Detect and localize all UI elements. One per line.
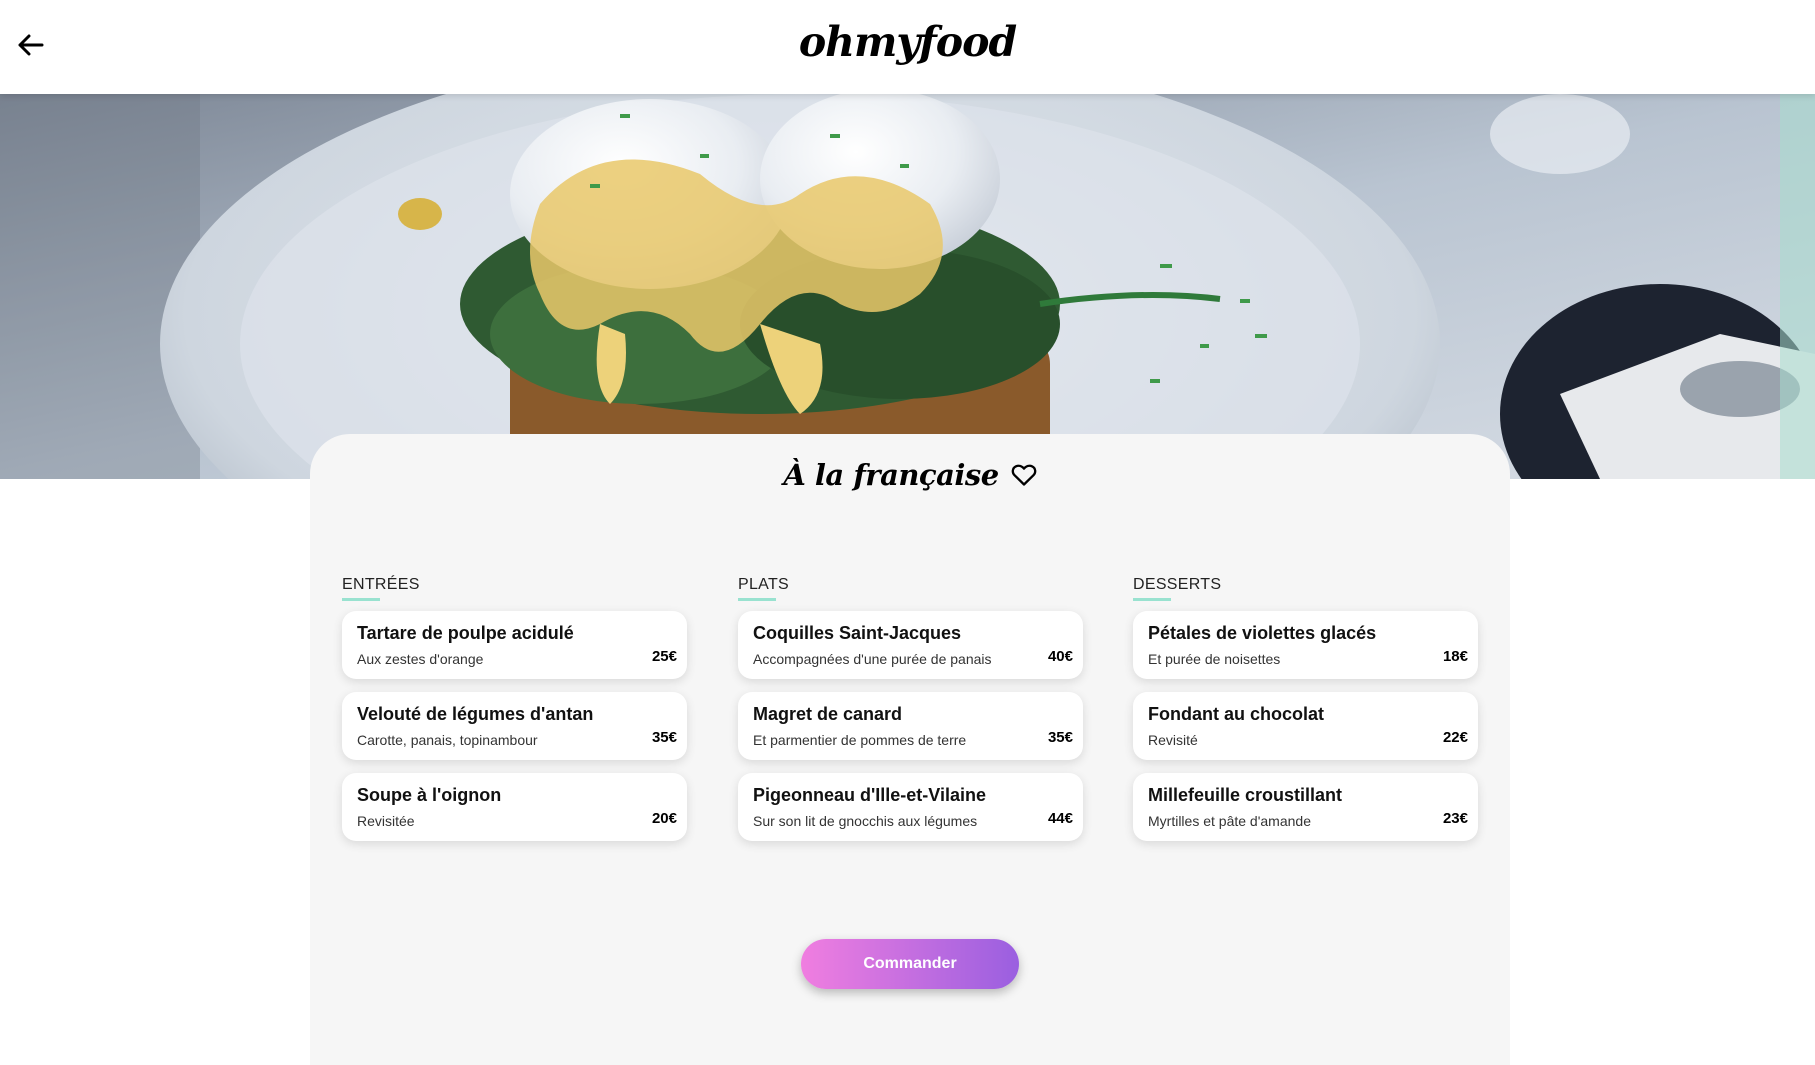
column-underline: [1133, 598, 1171, 601]
dish-item[interactable]: Tartare de poulpe acidulé Aux zestes d'o…: [342, 611, 687, 679]
dish-item[interactable]: Velouté de légumes d'antan Carotte, pana…: [342, 692, 687, 760]
column-heading: ENTRÉES: [342, 576, 420, 593]
dish-name: Fondant au chocolat: [1148, 704, 1325, 724]
dish-price: 35€: [651, 729, 677, 746]
dish-price: 35€: [1047, 729, 1073, 746]
menu-column-entrees: ENTRÉES Tartare de poulpe acidulé Aux ze…: [342, 576, 687, 854]
dish-price: 44€: [1047, 810, 1073, 827]
site-header: ohmyfood: [0, 0, 1815, 94]
dish-price: 22€: [1442, 729, 1468, 746]
dish-name: Soupe à l'oignon: [357, 785, 502, 805]
dish-item[interactable]: Millefeuille croustillant Myrtilles et p…: [1133, 773, 1478, 841]
restaurant-title: À la française: [783, 458, 999, 492]
dish-item[interactable]: Magret de canard Et parmentier de pommes…: [738, 692, 1083, 760]
dish-description: Et purée de noisettes: [1148, 651, 1281, 667]
column-heading: PLATS: [738, 576, 789, 593]
dish-name: Coquilles Saint-Jacques: [753, 623, 962, 643]
dish-name: Tartare de poulpe acidulé: [357, 623, 574, 643]
dish-description: Carotte, panais, topinambour: [357, 732, 538, 748]
menu-column-plats: PLATS Coquilles Saint-Jacques Accompagné…: [738, 576, 1083, 854]
column-underline: [342, 598, 380, 601]
dish-description: Sur son lit de gnocchis aux légumes: [753, 813, 978, 829]
dish-item[interactable]: Fondant au chocolat Revisité 22€: [1133, 692, 1478, 760]
dish-name: Velouté de légumes d'antan: [357, 704, 594, 724]
column-heading: DESSERTS: [1133, 576, 1222, 593]
dish-description: Accompagnées d'une purée de panais: [753, 651, 992, 667]
dish-name: Pétales de violettes glacés: [1148, 623, 1377, 643]
dish-price: 25€: [651, 648, 677, 665]
dish-item[interactable]: Pétales de violettes glacés Et purée de …: [1133, 611, 1478, 679]
dish-description: Myrtilles et pâte d'amande: [1148, 813, 1311, 829]
column-underline: [738, 598, 776, 601]
heart-outline-icon[interactable]: [1011, 463, 1037, 487]
dish-name: Millefeuille croustillant: [1148, 785, 1343, 805]
dish-name: Magret de canard: [753, 704, 903, 724]
dish-item[interactable]: Soupe à l'oignon Revisitée 20€: [342, 773, 687, 841]
dish-price: 18€: [1442, 648, 1468, 665]
site-logo[interactable]: ohmyfood: [0, 18, 1815, 66]
dish-name: Pigeonneau d'Ille-et-Vilaine: [753, 785, 986, 805]
dish-price: 20€: [651, 810, 677, 827]
dish-description: Revisité: [1148, 732, 1198, 748]
dish-description: Aux zestes d'orange: [357, 651, 484, 667]
dish-item[interactable]: Pigeonneau d'Ille-et-Vilaine Sur son lit…: [738, 773, 1083, 841]
dish-description: Revisitée: [357, 813, 415, 829]
menu-column-desserts: DESSERTS Pétales de violettes glacés Et …: [1133, 576, 1478, 854]
hero-image: [0, 94, 1815, 479]
dish-price: 23€: [1442, 810, 1468, 827]
dish-item[interactable]: Coquilles Saint-Jacques Accompagnées d'u…: [738, 611, 1083, 679]
restaurant-menu-card: À la française ENTRÉES Tartare de poulpe…: [310, 434, 1510, 1065]
hero-food-photo: [0, 94, 1815, 479]
order-button[interactable]: Commander: [801, 939, 1019, 989]
dish-price: 40€: [1047, 648, 1073, 665]
dish-description: Et parmentier de pommes de terre: [753, 732, 967, 748]
restaurant-title-row: À la française: [310, 458, 1510, 492]
